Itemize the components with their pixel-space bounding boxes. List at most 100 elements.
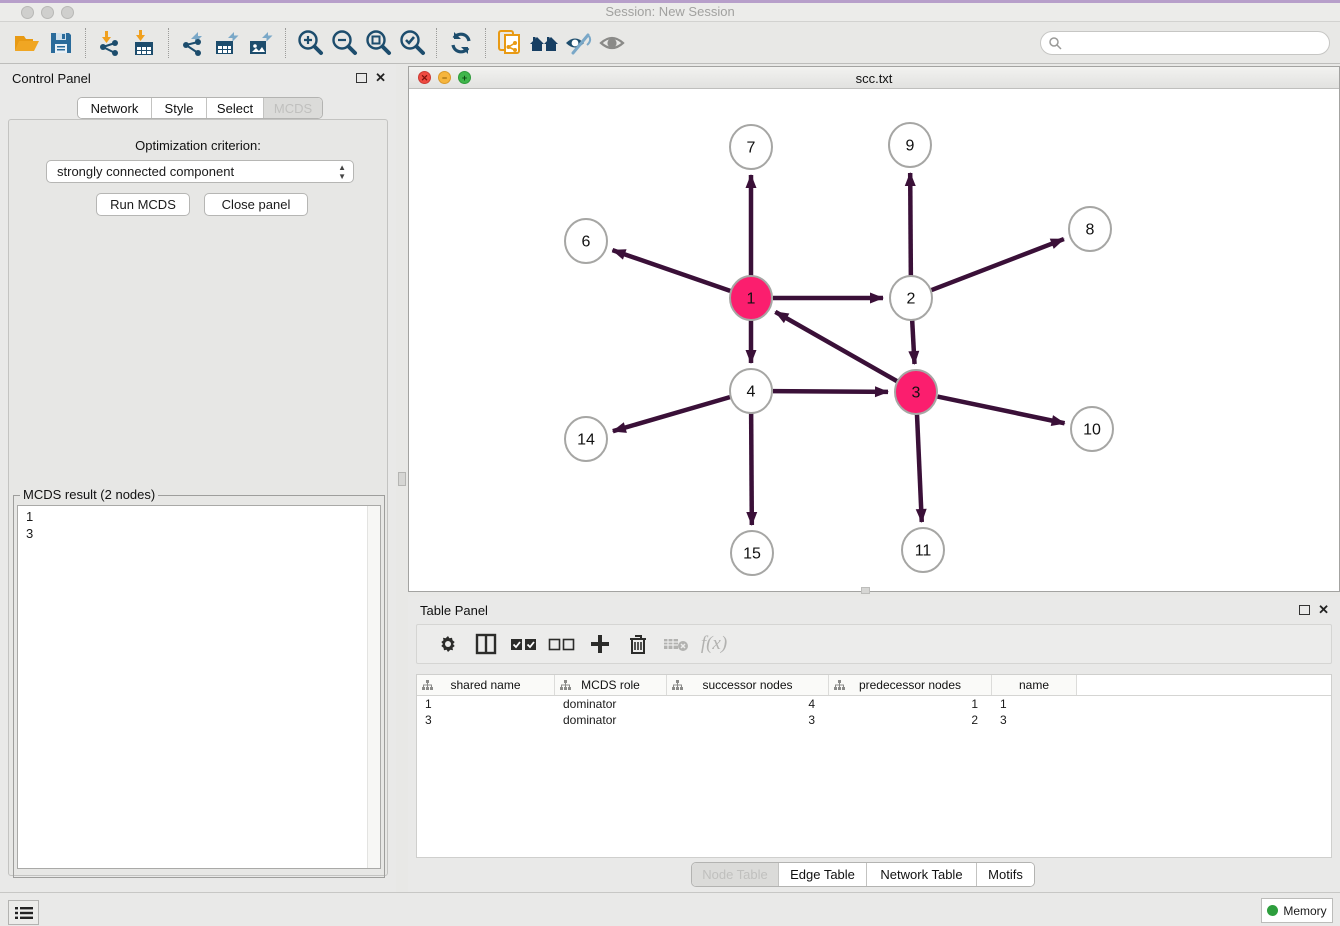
attribute-icon xyxy=(422,680,433,691)
cell-name[interactable]: 3 xyxy=(992,713,1077,727)
graph-node-11[interactable]: 11 xyxy=(902,528,944,572)
graph-edge-2-8[interactable] xyxy=(932,239,1064,290)
tab-edge-table[interactable]: Edge Table xyxy=(778,863,866,886)
optimization-criterion-select[interactable]: strongly connected component ▲▼ xyxy=(46,160,354,183)
column-header-name[interactable]: name xyxy=(992,675,1077,695)
table-row[interactable]: 1 dominator 4 1 1 xyxy=(417,696,1331,712)
zoom-selected-icon[interactable] xyxy=(395,26,429,60)
cell-predecessor-nodes[interactable]: 1 xyxy=(829,697,992,711)
delete-column-icon[interactable] xyxy=(619,627,657,661)
graph-node-15[interactable]: 15 xyxy=(731,531,773,575)
graph-edge-3-10[interactable] xyxy=(938,397,1065,424)
run-mcds-button[interactable]: Run MCDS xyxy=(96,193,190,216)
import-network-icon[interactable] xyxy=(93,26,127,60)
mcds-result-textarea[interactable]: 1 3 xyxy=(17,505,381,869)
import-table-icon[interactable] xyxy=(127,26,161,60)
memory-button[interactable]: Memory xyxy=(1261,898,1333,923)
node-table: shared name MCDS role successor nodes pr… xyxy=(416,674,1332,858)
show-graphics-icon[interactable] xyxy=(595,26,629,60)
graph-edge-4-3[interactable] xyxy=(773,391,888,392)
tab-node-table[interactable]: Node Table xyxy=(692,863,778,886)
cell-predecessor-nodes[interactable]: 2 xyxy=(829,713,992,727)
graph-edge-4-14[interactable] xyxy=(613,397,730,431)
tab-style[interactable]: Style xyxy=(151,98,206,118)
table-tabs: Node Table Edge Table Network Table Moti… xyxy=(691,862,1035,887)
search-field[interactable] xyxy=(1040,31,1330,55)
export-table-icon[interactable] xyxy=(210,26,244,60)
search-icon xyxy=(1048,36,1062,50)
float-panel-icon[interactable] xyxy=(356,73,367,83)
graph-edge-4-15[interactable] xyxy=(751,413,752,525)
graph-node-8[interactable]: 8 xyxy=(1069,207,1111,251)
column-header-shared-name[interactable]: shared name xyxy=(417,675,555,695)
network-graph[interactable]: 7 9 6 8 1 2 4 3 14 10 15 11 xyxy=(409,89,1339,591)
tab-motifs[interactable]: Motifs xyxy=(976,863,1034,886)
toolbar-separator xyxy=(85,28,86,58)
zoom-fit-icon[interactable] xyxy=(361,26,395,60)
network-window-titlebar[interactable]: ✕ − + scc.txt xyxy=(409,67,1339,89)
graph-edge-3-11[interactable] xyxy=(917,414,922,522)
graph-node-6[interactable]: 6 xyxy=(565,219,607,263)
table-row[interactable]: 3 dominator 3 2 3 xyxy=(417,712,1331,728)
delete-table-icon[interactable] xyxy=(657,627,695,661)
share-document-icon[interactable] xyxy=(493,26,527,60)
tab-network-table[interactable]: Network Table xyxy=(866,863,976,886)
zoom-in-icon[interactable] xyxy=(293,26,327,60)
cell-mcds-role[interactable]: dominator xyxy=(555,713,667,727)
cell-shared-name[interactable]: 1 xyxy=(417,697,555,711)
tab-mcds[interactable]: MCDS xyxy=(263,98,322,118)
export-network-icon[interactable] xyxy=(176,26,210,60)
close-panel-icon[interactable]: ✕ xyxy=(375,70,386,86)
vertical-splitter-grip[interactable] xyxy=(398,472,406,486)
select-all-icon[interactable] xyxy=(505,627,543,661)
graph-node-14[interactable]: 14 xyxy=(565,417,607,461)
graph-edge-3-1[interactable] xyxy=(775,312,897,381)
close-panel-button[interactable]: Close panel xyxy=(204,193,308,216)
function-builder-icon[interactable]: f(x) xyxy=(695,627,733,661)
memory-label: Memory xyxy=(1283,904,1326,918)
zoom-out-icon[interactable] xyxy=(327,26,361,60)
graph-node-7[interactable]: 7 xyxy=(730,125,772,169)
cell-successor-nodes[interactable]: 3 xyxy=(667,713,829,727)
status-bar: Memory xyxy=(0,892,1340,926)
tab-network[interactable]: Network xyxy=(78,98,151,118)
hide-graphics-icon[interactable] xyxy=(561,26,595,60)
column-header-predecessor-nodes[interactable]: predecessor nodes xyxy=(829,675,992,695)
toolbar-separator xyxy=(285,28,286,58)
show-columns-icon[interactable] xyxy=(467,627,505,661)
column-header-mcds-role[interactable]: MCDS role xyxy=(555,675,667,695)
float-table-panel-icon[interactable] xyxy=(1299,605,1310,615)
horizontal-splitter-grip[interactable] xyxy=(861,587,870,594)
cell-mcds-role[interactable]: dominator xyxy=(555,697,667,711)
task-history-button[interactable] xyxy=(8,900,39,925)
column-header-successor-nodes[interactable]: successor nodes xyxy=(667,675,829,695)
search-input[interactable] xyxy=(1062,33,1329,53)
graph-node-4[interactable]: 4 xyxy=(730,369,772,413)
export-image-icon[interactable] xyxy=(244,26,278,60)
graph-node-1[interactable]: 1 xyxy=(730,276,772,320)
graph-edge-2-3[interactable] xyxy=(912,320,914,364)
result-scrollbar[interactable] xyxy=(367,506,380,868)
table-panel-header: Table Panel ✕ xyxy=(408,596,1340,624)
graph-edge-1-6[interactable] xyxy=(612,250,730,291)
refresh-icon[interactable] xyxy=(444,26,478,60)
graph-node-3[interactable]: 3 xyxy=(895,370,937,414)
graph-edge-2-9[interactable] xyxy=(910,173,911,276)
graph-node-label: 9 xyxy=(906,138,915,155)
tab-select[interactable]: Select xyxy=(206,98,263,118)
graph-node-label: 11 xyxy=(915,543,932,560)
settings-gear-icon[interactable] xyxy=(429,627,467,661)
network-canvas[interactable]: 7 9 6 8 1 2 4 3 14 10 15 11 xyxy=(409,89,1339,591)
home-layout-icon[interactable] xyxy=(527,26,561,60)
graph-node-9[interactable]: 9 xyxy=(889,123,931,167)
cell-name[interactable]: 1 xyxy=(992,697,1077,711)
open-session-icon[interactable] xyxy=(10,26,44,60)
save-session-icon[interactable] xyxy=(44,26,78,60)
add-column-icon[interactable] xyxy=(581,627,619,661)
deselect-all-icon[interactable] xyxy=(543,627,581,661)
cell-successor-nodes[interactable]: 4 xyxy=(667,697,829,711)
graph-node-10[interactable]: 10 xyxy=(1071,407,1113,451)
cell-shared-name[interactable]: 3 xyxy=(417,713,555,727)
graph-node-2[interactable]: 2 xyxy=(890,276,932,320)
close-table-panel-icon[interactable]: ✕ xyxy=(1318,602,1329,618)
